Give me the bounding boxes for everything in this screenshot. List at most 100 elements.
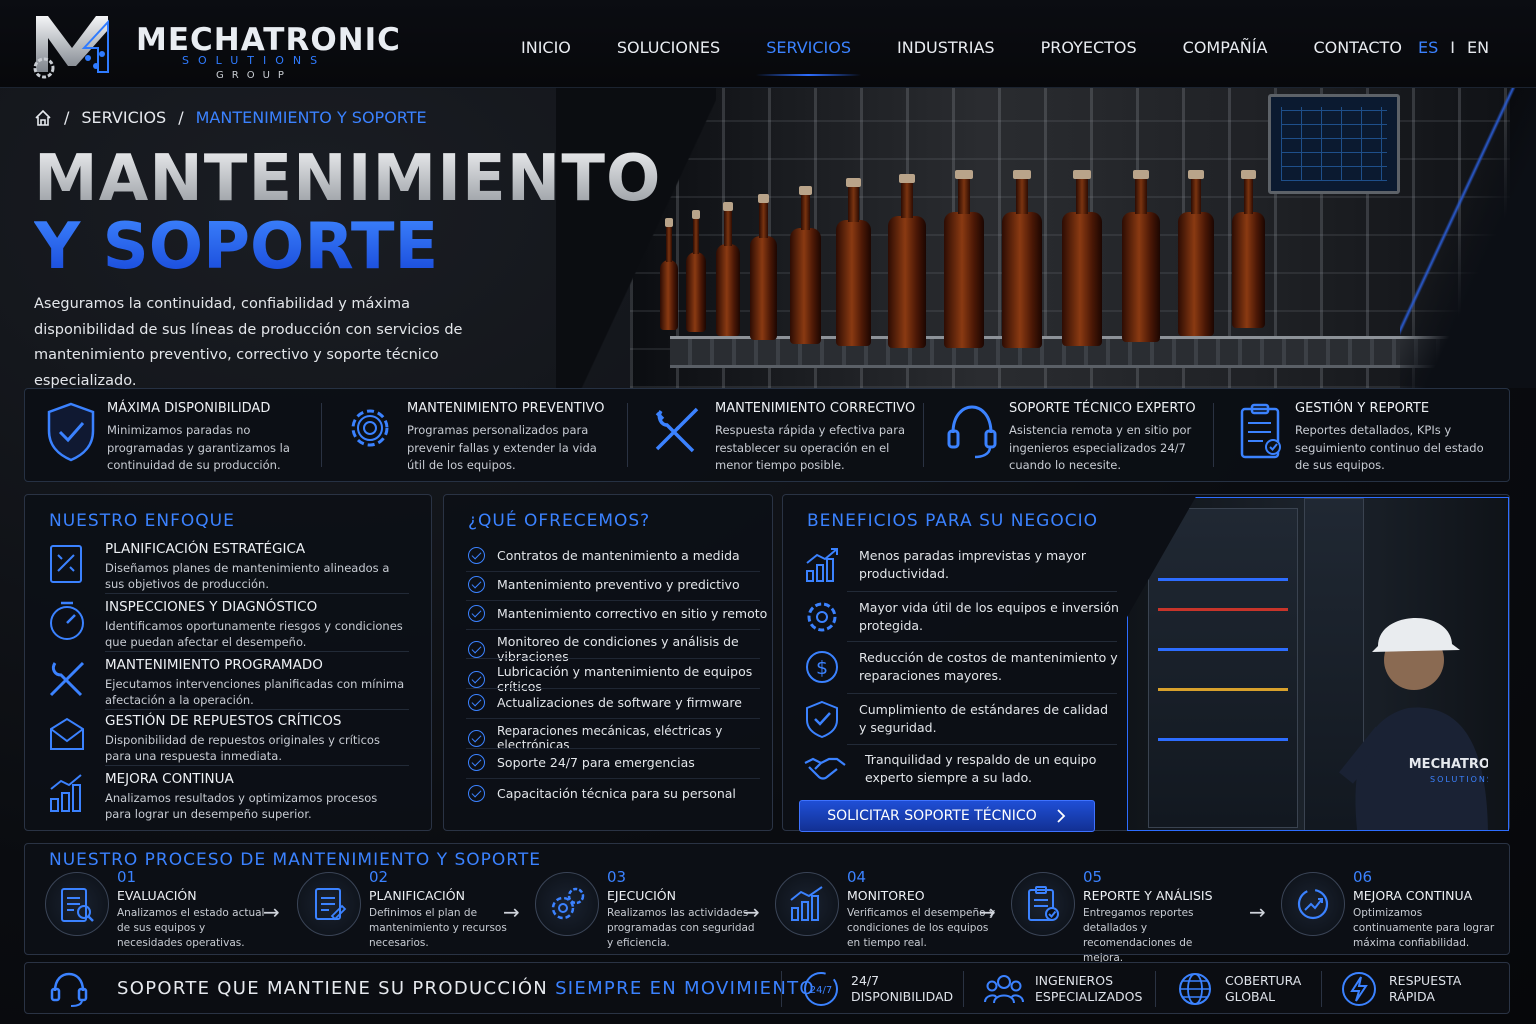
nav-soluciones[interactable]: SOLUCIONES: [617, 0, 720, 88]
feature-title: SOPORTE TÉCNICO EXPERTO: [1009, 401, 1196, 416]
beneficio-item: Menos paradas imprevistas y mayor produc…: [803, 545, 1119, 585]
site-header: MECHATRONIC SOLUTIONS GROUP INICIO SOLUC…: [0, 0, 1536, 88]
gears-icon: [551, 887, 585, 920]
check-icon: [468, 670, 485, 688]
wrench-screwdriver-icon: [655, 407, 699, 453]
ofrecemos-item: Contratos de mantenimiento a medida: [468, 547, 740, 564]
stat-item: RESPUESTA RÁPIDA: [1339, 969, 1461, 1009]
svg-text:MECHATRONIC: MECHATRONIC: [1409, 757, 1488, 772]
enfoque-item: PLANIFICACIÓN ESTRATÉGICA Diseñamos plane…: [47, 541, 405, 592]
proceso-step: 06 MEJORA CONTINUA Optimizamos continuamen…: [1281, 868, 1503, 951]
enfoque-title: MANTENIMIENTO PROGRAMADO: [105, 657, 323, 673]
language-switch: ES I EN: [1418, 38, 1489, 57]
lang-es[interactable]: ES: [1418, 38, 1438, 57]
proceso-panel: NUESTRO PROCESO DE MANTENIMIENTO Y SOPOR…: [24, 843, 1510, 964]
proceso-step: 01 EVALUACIÓN Analizamos el estado actual …: [45, 868, 267, 951]
stat-item: INGENIEROS ESPECIALIZADOS: [983, 969, 1142, 1009]
breadcrumb-current: MANTENIMIENTO Y SOPORTE: [195, 108, 427, 127]
brand-logo[interactable]: MECHATRONIC SOLUTIONS GROUP: [32, 8, 412, 82]
proceso-step: 03 EJECUCIÓN Realizamos las actividades pr…: [535, 868, 757, 951]
beneficio-item: Tranquilidad y respaldo de un equipo exp…: [803, 749, 1125, 789]
beneficios-panel: BENEFICIOS PARA SU NEGOCIO Menos paradas…: [782, 494, 1510, 832]
monitor-chart-icon: [790, 886, 823, 921]
check-icon: [468, 605, 485, 622]
brand-name: MECHATRONIC: [136, 22, 401, 58]
proceso-heading: NUESTRO PROCESO DE MANTENIMIENTO Y SOPOR…: [49, 850, 542, 870]
breadcrumb-servicios[interactable]: SERVICIOS: [81, 108, 166, 127]
enfoque-title: INSPECCIONES Y DIAGNÓSTICO: [105, 599, 318, 615]
beneficios-heading: BENEFICIOS PARA SU NEGOCIO: [807, 511, 1098, 531]
enfoque-item: INSPECCIONES Y DIAGNÓSTICO Identificamos …: [47, 599, 405, 650]
mechatronic-logo-icon: [33, 16, 109, 79]
page: MECHATRONIC SOLUTIONS GROUP INICIO SOLUC…: [0, 0, 1536, 1024]
gear-icon: [351, 409, 389, 447]
arrow-right-icon: →: [1249, 900, 1266, 924]
gear-icon: [807, 602, 837, 632]
feature-title: MÁXIMA DISPONIBILIDAD: [107, 401, 271, 416]
nav-servicios[interactable]: SERVICIOS: [756, 0, 861, 88]
check-icon: [468, 694, 485, 711]
check-icon: [468, 576, 485, 593]
report-icon: [1028, 886, 1059, 921]
request-support-button[interactable]: SOLICITAR SOPORTE TÉCNICO: [799, 800, 1095, 832]
tools-icon: [49, 661, 85, 697]
beneficio-desc: Reducción de costos de mantenimiento y r…: [859, 650, 1118, 683]
beneficio-item: Mayor vida útil de los equipos e inversi…: [803, 597, 1119, 637]
nav-proyectos[interactable]: PROYECTOS: [1041, 0, 1137, 88]
beneficio-desc: Menos paradas imprevistas y mayor produc…: [859, 548, 1086, 581]
nav-inicio[interactable]: INICIO: [521, 0, 571, 88]
main-nav: INICIO SOLUCIONES SERVICIOS INDUSTRIAS P…: [498, 0, 1425, 88]
nav-contacto[interactable]: CONTACTO: [1313, 0, 1401, 88]
shield-check-icon: [47, 402, 95, 462]
enfoque-desc: Ejecutamos intervenciones planificadas c…: [105, 677, 405, 707]
growth-chart-icon: [806, 548, 838, 582]
conveyor-belt: [670, 336, 1450, 368]
nav-industrias[interactable]: INDUSTRIAS: [897, 0, 995, 88]
bottom-slogan: SOPORTE QUE MANTIENE SU PRODUCCIÓN SIEMP…: [117, 978, 815, 999]
feature-item: MANTENIMIENTO CORRECTIVO Respuesta rápida…: [627, 389, 923, 481]
lang-en[interactable]: EN: [1467, 38, 1489, 57]
enfoque-title: PLANIFICACIÓN ESTRATÉGICA: [105, 541, 306, 557]
feature-desc: Reportes detallados, KPIs y seguimiento …: [1295, 423, 1484, 472]
home-icon[interactable]: [34, 109, 52, 127]
beneficio-desc: Tranquilidad y respaldo de un equipo exp…: [865, 752, 1097, 785]
feature-desc: Programas personalizados para prevenir f…: [407, 423, 597, 472]
box-icon: [50, 717, 84, 750]
beneficio-item: $ Reducción de costos de mantenimiento y…: [803, 647, 1119, 687]
headset-icon: [947, 405, 997, 459]
check-icon: [468, 754, 485, 771]
clock-24-icon: 24/7: [804, 972, 838, 1006]
arrow-right-icon: →: [743, 900, 760, 924]
stat-item: 24/7 24/7 DISPONIBILIDAD: [801, 969, 953, 1009]
feature-item: GESTIÓN Y REPORTE Reportes detallados, KP…: [1213, 389, 1509, 481]
breadcrumb-sep: /: [64, 108, 70, 127]
ofrecemos-item: Soporte 24/7 para emergencias: [468, 754, 695, 771]
feature-title: MANTENIMIENTO PREVENTIVO: [407, 401, 605, 416]
proceso-step: 05 REPORTE Y ANÁLISIS Entregamos reportes …: [1011, 868, 1233, 966]
clipboard-search-icon: [61, 888, 94, 922]
bars-icon: [50, 774, 82, 812]
lang-separator: I: [1450, 38, 1455, 57]
enfoque-heading: NUESTRO ENFOQUE: [49, 511, 235, 531]
stat-item: COBERTURA GLOBAL: [1175, 969, 1301, 1009]
breadcrumb-sep: /: [178, 108, 184, 127]
gauge-icon: [50, 601, 84, 640]
clipboard-icon: [1240, 403, 1281, 459]
lightning-icon: [1342, 972, 1376, 1006]
team-icon: [984, 975, 1024, 1004]
ofrecemos-item: Mantenimiento preventivo y predictivo: [468, 576, 740, 593]
check-icon: [468, 640, 485, 658]
nav-compania[interactable]: COMPAÑÍA: [1183, 0, 1268, 88]
beneficio-desc: Cumplimiento de estándares de calidad y …: [859, 702, 1109, 735]
svg-text:24/7: 24/7: [810, 985, 832, 996]
hero-accent-edge: [1400, 88, 1536, 388]
svg-text:SOLUTIONS: SOLUTIONS: [1430, 775, 1488, 784]
brand-sub: SOLUTIONS: [182, 54, 327, 67]
hero-lead: Aseguramos la continuidad, confiabilidad…: [34, 296, 463, 389]
proceso-step: 04 MONITOREO Verificamos el desempeño y co…: [775, 868, 997, 951]
beneficio-desc: Mayor vida útil de los equipos e inversi…: [859, 600, 1119, 633]
headset-icon: [50, 972, 88, 1007]
brand-sub2: GROUP: [216, 70, 292, 81]
enfoque-item: GESTIÓN DE REPUESTOS CRÍTICOS Disponibili…: [47, 713, 405, 764]
enfoque-desc: Analizamos resultados y optimizamos proc…: [105, 791, 378, 821]
